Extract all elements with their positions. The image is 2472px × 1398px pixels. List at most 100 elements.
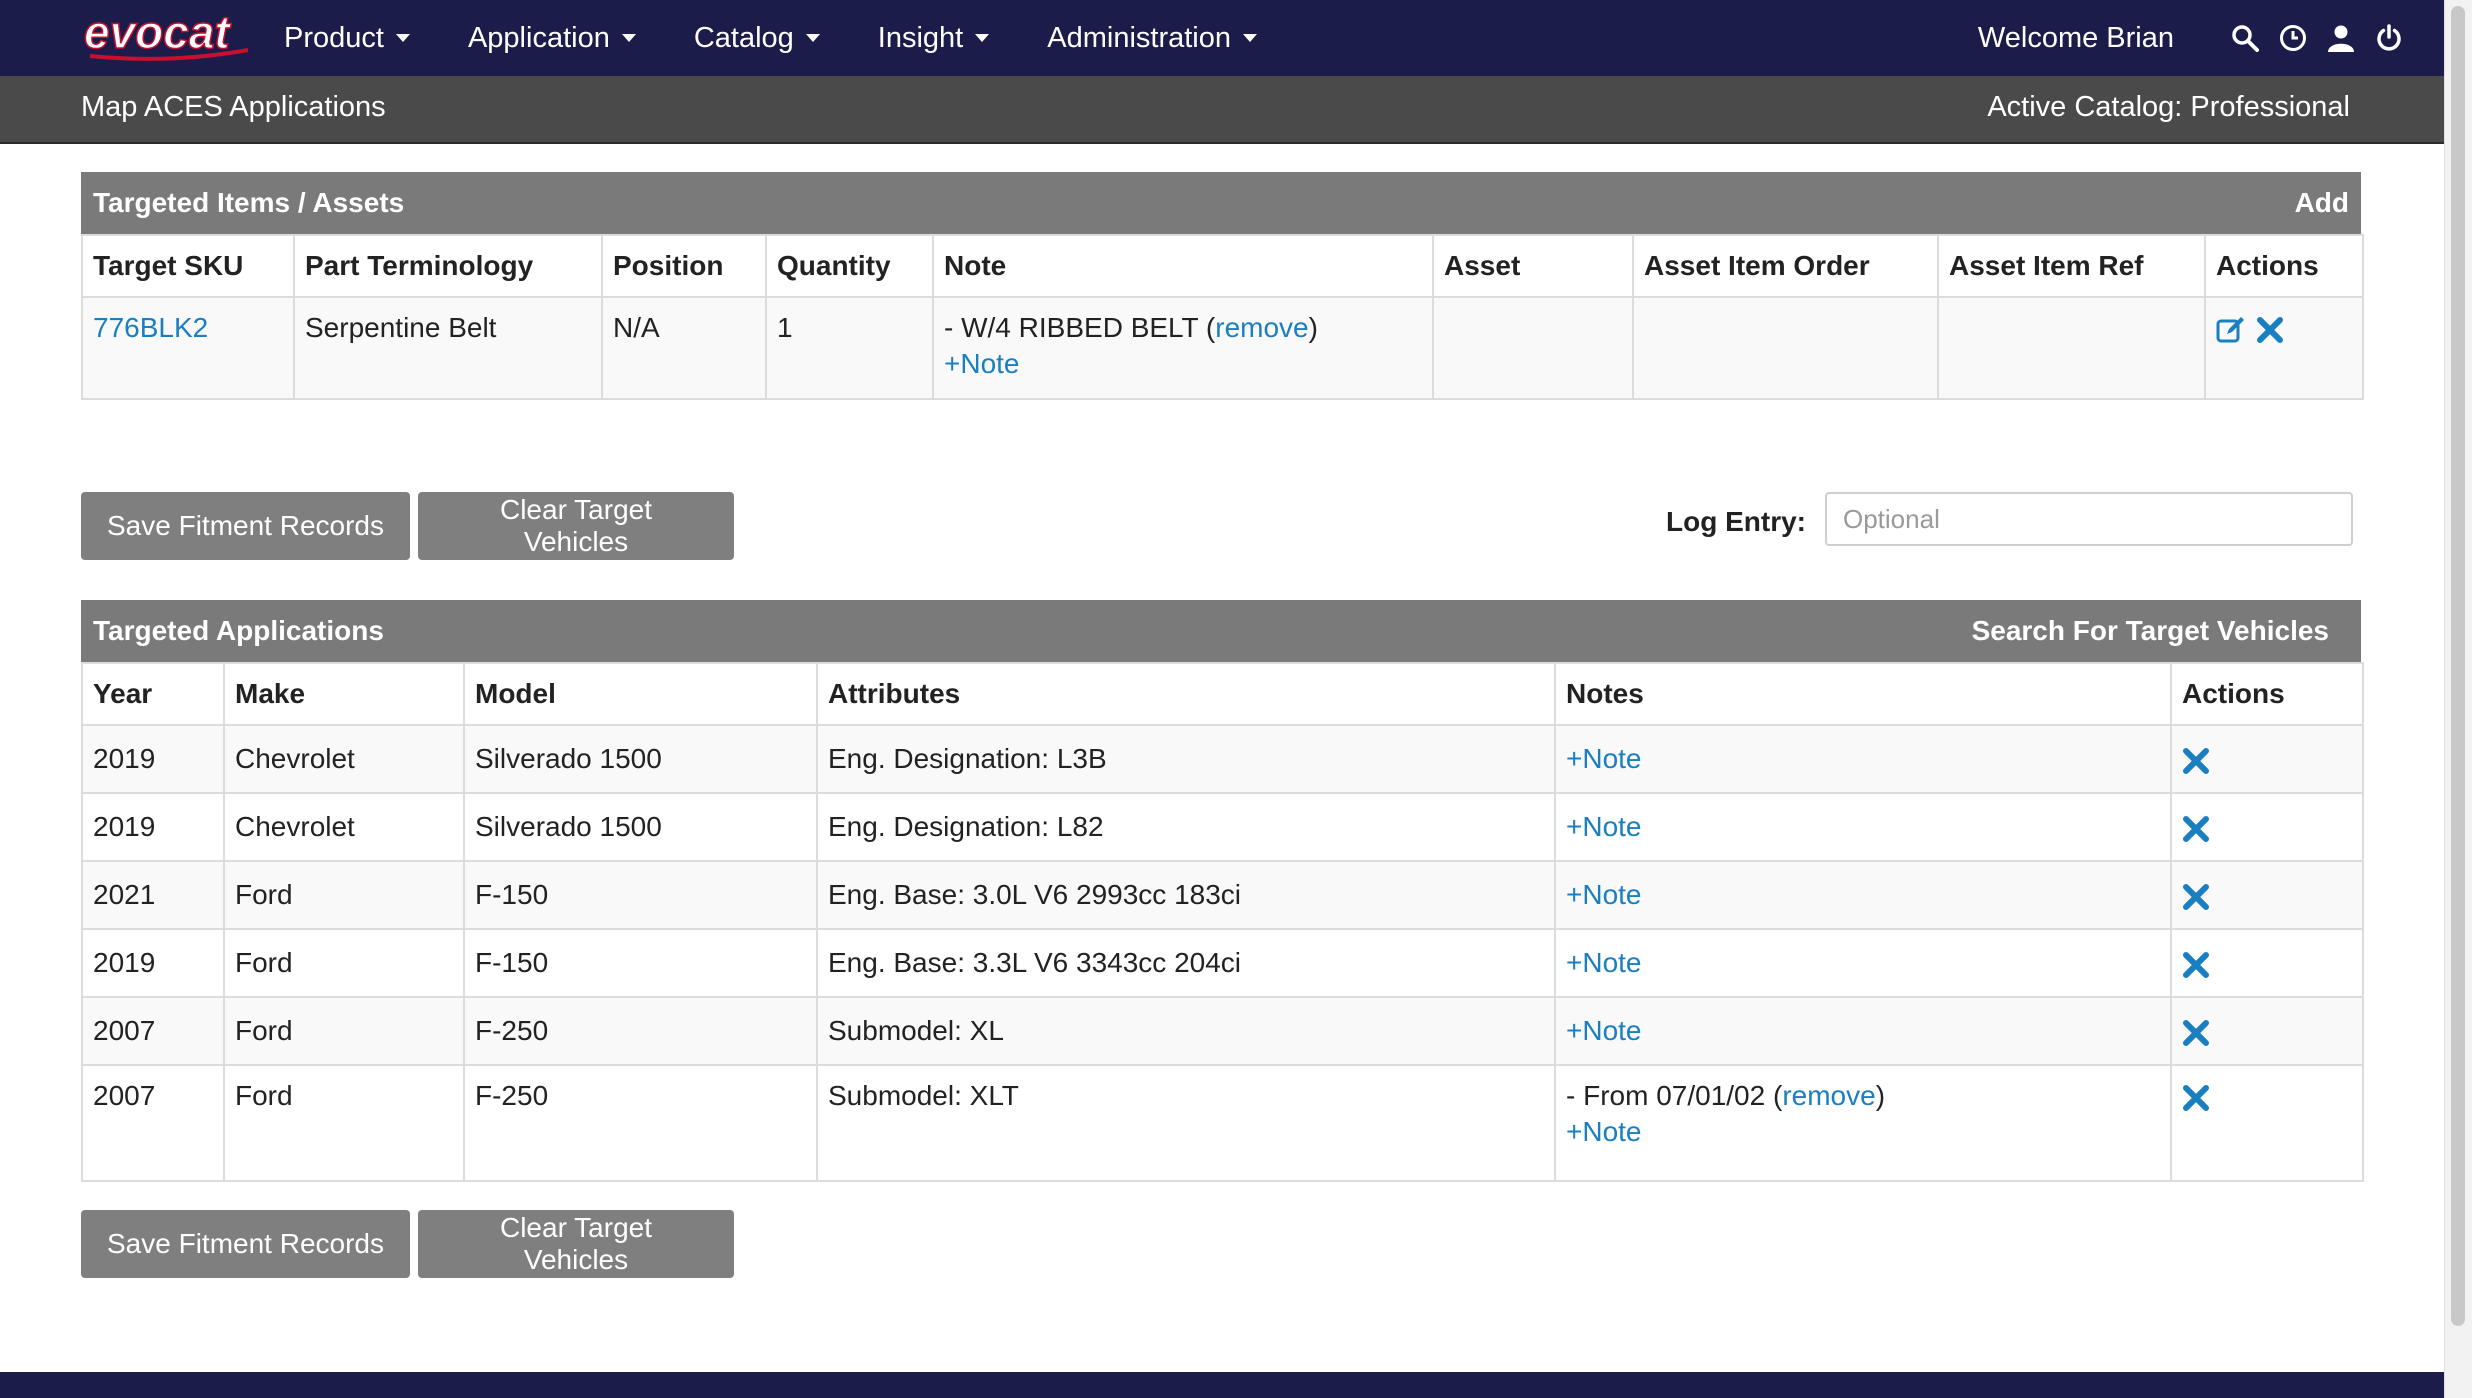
col-actions: Actions bbox=[2204, 234, 2364, 298]
notes-cell: +Note bbox=[1554, 724, 2172, 794]
add-note-link[interactable]: +Note bbox=[1566, 1015, 1642, 1046]
add-note-link[interactable]: +Note bbox=[1566, 1116, 1642, 1147]
notes-cell: - From 07/01/02 (remove) +Note bbox=[1554, 1064, 2172, 1182]
note-text: - W/4 RIBBED BELT ( bbox=[944, 312, 1216, 343]
year-cell: 2019 bbox=[81, 792, 225, 862]
col-year: Year bbox=[81, 662, 225, 726]
add-note-link[interactable]: +Note bbox=[1566, 811, 1642, 842]
targeted-items-title: Targeted Items / Assets bbox=[93, 187, 405, 218]
note-text: - From 07/01/02 ( bbox=[1566, 1080, 1783, 1111]
delete-icon[interactable] bbox=[2182, 951, 2210, 979]
delete-icon[interactable] bbox=[2182, 883, 2210, 911]
nav-application-menu[interactable]: Application bbox=[468, 0, 636, 76]
nav-product-label: Product bbox=[284, 22, 384, 54]
nav-user-area: Welcome Brian bbox=[1978, 0, 2404, 76]
note-line: - From 07/01/02 (remove) bbox=[1566, 1080, 2160, 1112]
table-row: 2021 Ford F-150 Eng. Base: 3.0L V6 2993c… bbox=[81, 860, 2364, 930]
model-cell: F-250 bbox=[463, 1064, 818, 1182]
caret-down-icon bbox=[621, 34, 636, 42]
make-cell: Ford bbox=[223, 928, 465, 998]
delete-icon[interactable] bbox=[2182, 1084, 2210, 1112]
vertical-scrollbar[interactable] bbox=[2444, 0, 2472, 1398]
edit-icon[interactable] bbox=[2216, 315, 2246, 345]
asset-cell bbox=[1432, 296, 1634, 400]
table-row: 776BLK2 Serpentine Belt N/A 1 - W/4 RIBB… bbox=[81, 296, 2364, 400]
note-suffix: ) bbox=[1308, 312, 1318, 343]
nav-insight-label: Insight bbox=[877, 22, 964, 54]
make-cell: Ford bbox=[223, 860, 465, 930]
notes-cell: +Note bbox=[1554, 996, 2172, 1066]
evocat-logo[interactable]: evocat bbox=[80, 6, 256, 66]
col-make: Make bbox=[223, 662, 465, 726]
col-part-terminology: Part Terminology bbox=[293, 234, 603, 298]
year-cell: 2019 bbox=[81, 928, 225, 998]
add-note-link[interactable]: +Note bbox=[1566, 743, 1642, 774]
clear-target-vehicles-button[interactable]: Clear Target Vehicles bbox=[418, 492, 734, 560]
delete-icon[interactable] bbox=[2256, 316, 2284, 344]
actions-cell bbox=[2170, 928, 2364, 998]
note-line: - W/4 RIBBED BELT (remove) bbox=[944, 312, 1422, 344]
year-cell: 2021 bbox=[81, 860, 225, 930]
caret-down-icon bbox=[805, 34, 820, 42]
attributes-cell: Submodel: XL bbox=[816, 996, 1556, 1066]
model-cell: Silverado 1500 bbox=[463, 724, 818, 794]
nav-catalog-label: Catalog bbox=[693, 22, 794, 54]
footer-bar bbox=[0, 1372, 2444, 1398]
active-catalog-label: Active Catalog: Professional bbox=[1987, 91, 2350, 123]
nav-application-label: Application bbox=[467, 22, 610, 54]
delete-icon[interactable] bbox=[2182, 747, 2210, 775]
search-icon[interactable] bbox=[2230, 23, 2260, 53]
add-note-link[interactable]: +Note bbox=[1566, 879, 1642, 910]
user-icon[interactable] bbox=[2326, 23, 2356, 53]
main-menu: Product Application Catalog Insight Admi… bbox=[284, 0, 1315, 76]
nav-product-menu[interactable]: Product bbox=[284, 0, 410, 76]
scrollbar-thumb[interactable] bbox=[2451, 6, 2465, 1326]
col-asset-item-ref: Asset Item Ref bbox=[1937, 234, 2206, 298]
page-title: Map ACES Applications bbox=[81, 91, 386, 123]
sku-link[interactable]: 776BLK2 bbox=[93, 312, 208, 343]
attributes-cell: Submodel: XLT bbox=[816, 1064, 1556, 1182]
nav-insight-menu[interactable]: Insight bbox=[877, 0, 990, 76]
add-item-link[interactable]: Add bbox=[2295, 172, 2349, 234]
remove-note-link[interactable]: remove bbox=[1782, 1080, 1875, 1111]
asset-item-order-cell bbox=[1632, 296, 1939, 400]
add-note-link[interactable]: +Note bbox=[1566, 947, 1642, 978]
col-model: Model bbox=[463, 662, 818, 726]
make-cell: Chevrolet bbox=[223, 724, 465, 794]
table-row: 2019 Chevrolet Silverado 1500 Eng. Desig… bbox=[81, 792, 2364, 862]
log-entry-input[interactable] bbox=[1825, 492, 2353, 546]
model-cell: Silverado 1500 bbox=[463, 792, 818, 862]
delete-icon[interactable] bbox=[2182, 1019, 2210, 1047]
actions-cell bbox=[2170, 724, 2364, 794]
col-actions: Actions bbox=[2170, 662, 2364, 726]
attributes-cell: Eng. Base: 3.0L V6 2993cc 183ci bbox=[816, 860, 1556, 930]
actions-cell bbox=[2170, 1064, 2364, 1182]
nav-catalog-menu[interactable]: Catalog bbox=[694, 0, 820, 76]
note-cell: - W/4 RIBBED BELT (remove) +Note bbox=[932, 296, 1434, 400]
position-cell: N/A bbox=[601, 296, 767, 400]
remove-note-link[interactable]: remove bbox=[1215, 312, 1308, 343]
add-note-link[interactable]: +Note bbox=[944, 348, 1020, 379]
save-fitment-button[interactable]: Save Fitment Records bbox=[81, 492, 410, 560]
svg-text:evocat: evocat bbox=[84, 6, 231, 58]
clear-target-vehicles-button-bottom[interactable]: Clear Target Vehicles bbox=[418, 1210, 734, 1278]
delete-icon[interactable] bbox=[2182, 815, 2210, 843]
col-attributes: Attributes bbox=[816, 662, 1556, 726]
part-terminology-cell: Serpentine Belt bbox=[293, 296, 603, 400]
table-row: 2019 Chevrolet Silverado 1500 Eng. Desig… bbox=[81, 724, 2364, 794]
table-row: 2019 Ford F-150 Eng. Base: 3.3L V6 3343c… bbox=[81, 928, 2364, 998]
attributes-cell: Eng. Designation: L82 bbox=[816, 792, 1556, 862]
model-cell: F-150 bbox=[463, 928, 818, 998]
note-suffix: ) bbox=[1875, 1080, 1886, 1111]
caret-down-icon bbox=[1243, 34, 1257, 42]
table-header-row: Target SKU Part Terminology Position Qua… bbox=[81, 234, 2364, 298]
power-icon[interactable] bbox=[2374, 23, 2404, 53]
make-cell: Ford bbox=[223, 1064, 465, 1182]
search-target-vehicles-link[interactable]: Search For Target Vehicles bbox=[1972, 600, 2329, 662]
top-navbar: evocat Product Application Catalog Insig… bbox=[0, 0, 2444, 76]
history-icon[interactable] bbox=[2278, 23, 2308, 53]
targeted-applications-header: Targeted Applications Search For Target … bbox=[81, 600, 2361, 662]
nav-administration-menu[interactable]: Administration bbox=[1047, 0, 1257, 76]
save-fitment-button-bottom[interactable]: Save Fitment Records bbox=[81, 1210, 410, 1278]
attributes-cell: Eng. Designation: L3B bbox=[816, 724, 1556, 794]
